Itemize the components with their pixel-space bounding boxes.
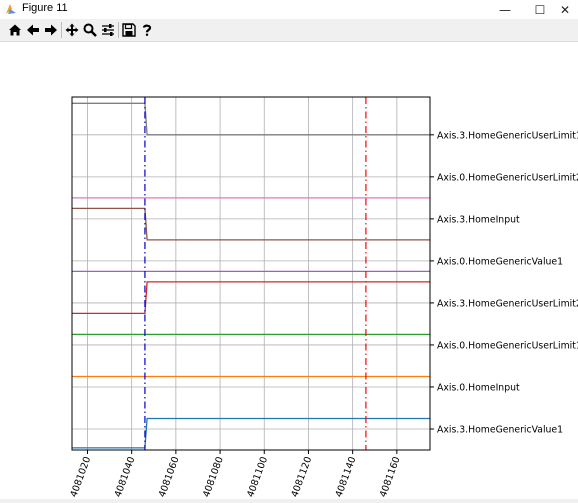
matplotlib-logo-icon xyxy=(6,4,16,14)
back-button[interactable] xyxy=(24,20,42,39)
minimize-button[interactable]: — xyxy=(487,0,523,19)
title-bar: Figure 11 — ☐ ✕ xyxy=(0,0,578,20)
x-tick-label: 4081080 xyxy=(201,455,226,499)
x-tick-label: 4081140 xyxy=(334,455,359,499)
x-tick-label: 4081120 xyxy=(289,455,314,499)
close-button[interactable]: ✕ xyxy=(552,0,578,19)
zoom-button[interactable] xyxy=(81,20,99,39)
floppy-disk-icon xyxy=(122,22,136,37)
magnifier-icon xyxy=(83,23,97,37)
pan-button[interactable] xyxy=(63,20,81,39)
plot-area xyxy=(72,97,430,450)
navigation-toolbar xyxy=(0,19,578,42)
forward-button[interactable] xyxy=(42,20,60,39)
x-tick-label: 4081060 xyxy=(157,455,182,499)
x-tick-label: 4081160 xyxy=(378,455,403,499)
sliders-icon xyxy=(102,23,114,36)
question-icon xyxy=(142,24,152,36)
y-tick-label: Axis.3.HomeGenericUserLimit1 xyxy=(437,130,578,141)
window-title: Figure 11 xyxy=(22,2,68,14)
x-tick-label: 4081040 xyxy=(113,455,138,499)
home-button[interactable] xyxy=(6,20,24,39)
help-button[interactable] xyxy=(138,20,156,39)
y-tick-label: Axis.0.HomeGenericValue1 xyxy=(437,256,563,267)
y-tick-label: Axis.3.HomeInput xyxy=(437,214,520,225)
arrow-right-icon xyxy=(45,24,57,35)
y-tick-label: Axis.0.HomeGenericUserLimit1 xyxy=(437,340,578,351)
toolbar-separator xyxy=(61,22,62,38)
toolbar-separator xyxy=(118,22,119,38)
x-tick-label: 4081020 xyxy=(68,455,93,499)
save-button[interactable] xyxy=(120,20,138,39)
arrow-left-icon xyxy=(27,24,39,35)
figure-canvas[interactable]: 4081020 4081040 4081060 4081080 4081100 40811… xyxy=(0,42,578,499)
home-icon xyxy=(9,24,21,35)
x-tick-label: 4081100 xyxy=(245,455,270,499)
y-tick-label: Axis.0.HomeGenericUserLimit2 xyxy=(437,172,578,183)
line-chart: 4081020 4081040 4081060 4081080 4081100 40811… xyxy=(68,96,578,499)
configure-subplots-button[interactable] xyxy=(99,20,117,39)
y-tick-label: Axis.3.HomeGenericValue1 xyxy=(437,424,563,435)
move-icon xyxy=(65,23,79,36)
y-tick-label: Axis.3.HomeGenericUserLimit2 xyxy=(437,298,578,309)
y-tick-label: Axis.0.HomeInput xyxy=(437,382,520,393)
